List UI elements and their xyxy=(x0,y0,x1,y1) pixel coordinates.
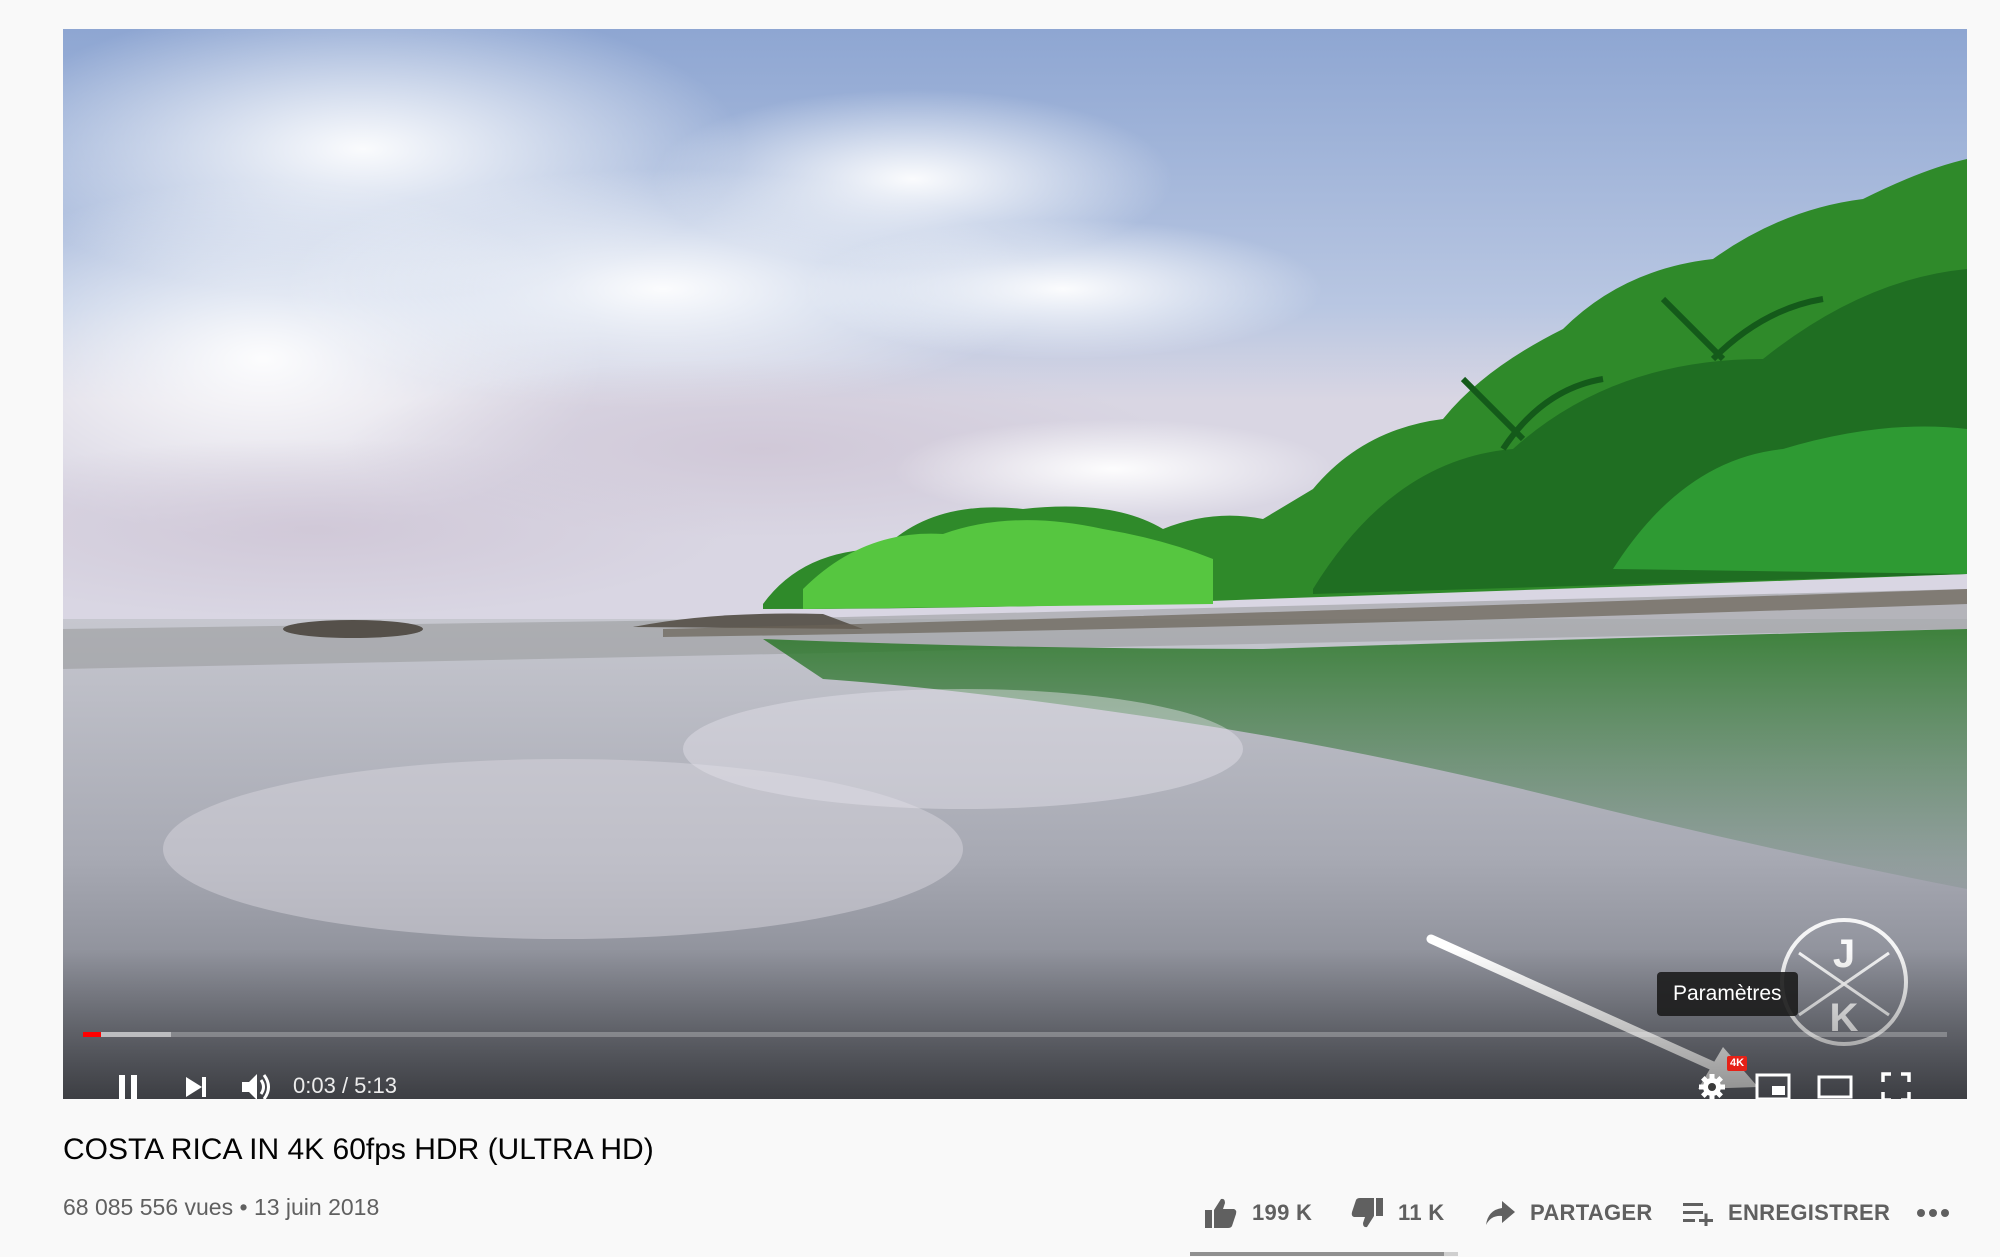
theater-icon xyxy=(1817,1075,1853,1099)
share-icon xyxy=(1486,1201,1515,1225)
dislike-button[interactable]: 11 K xyxy=(1350,1190,1444,1236)
settings-tooltip: Paramètres xyxy=(1657,972,1798,1016)
fullscreen-icon xyxy=(1881,1072,1911,1099)
video-player[interactable]: J K Paramètres 0:03 / 5:13 xyxy=(63,29,1967,1099)
volume-icon xyxy=(242,1074,270,1099)
share-button[interactable]: PARTAGER xyxy=(1484,1190,1653,1236)
sentiment-like-part xyxy=(1190,1252,1445,1256)
save-label: ENREGISTRER xyxy=(1728,1200,1891,1225)
fullscreen-button[interactable] xyxy=(1869,1061,1923,1099)
thumbs-up-icon xyxy=(1205,1198,1237,1228)
progress-bar[interactable] xyxy=(83,1032,1947,1037)
video-title: COSTA RICA IN 4K 60fps HDR (ULTRA HD) xyxy=(63,1133,654,1166)
meta-separator: • xyxy=(233,1194,254,1220)
quality-4k-badge: 4K xyxy=(1727,1056,1748,1071)
upload-date: 13 juin 2018 xyxy=(253,1194,380,1220)
next-icon xyxy=(186,1077,206,1097)
dislike-count: 11 K xyxy=(1398,1200,1445,1225)
time-separator: / xyxy=(335,1073,355,1098)
view-count: 68 085 556 vues xyxy=(63,1194,234,1220)
sentiment-bar xyxy=(1190,1252,1458,1256)
miniplayer-button[interactable] xyxy=(1746,1061,1800,1099)
progress-played xyxy=(83,1032,101,1037)
more-actions-button[interactable] xyxy=(1916,1190,1950,1236)
thumbs-down-icon xyxy=(1351,1198,1383,1228)
add-to-playlist-icon xyxy=(1683,1203,1713,1226)
pause-button[interactable] xyxy=(103,1061,153,1099)
time-total: 5:13 xyxy=(354,1073,397,1098)
time-display: 0:03 / 5:13 xyxy=(293,1073,397,1099)
time-current: 0:03 xyxy=(293,1073,336,1098)
next-button[interactable] xyxy=(171,1061,221,1099)
like-button[interactable]: 199 K xyxy=(1204,1190,1312,1236)
like-count: 199 K xyxy=(1252,1200,1313,1225)
settings-icon xyxy=(1699,1074,1725,1099)
save-button[interactable]: ENREGISTRER xyxy=(1682,1190,1890,1236)
more-horizontal-icon xyxy=(1917,1209,1949,1217)
theater-mode-button[interactable] xyxy=(1808,1061,1862,1099)
video-meta: 68 085 556 vues • 13 juin 2018 xyxy=(63,1194,379,1221)
volume-button[interactable] xyxy=(231,1061,281,1099)
share-label: PARTAGER xyxy=(1530,1200,1653,1225)
miniplayer-icon xyxy=(1755,1073,1791,1099)
pause-icon xyxy=(119,1075,137,1099)
